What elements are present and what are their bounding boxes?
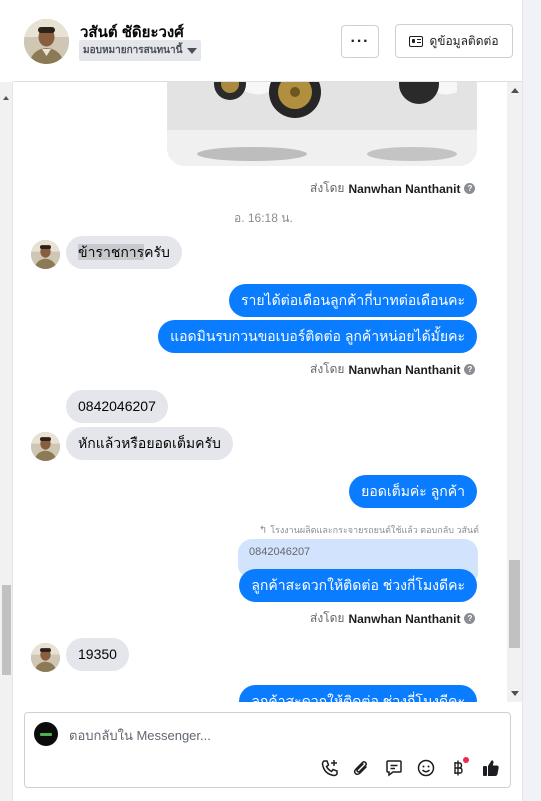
saved-replies-button[interactable]	[383, 757, 405, 779]
scroll-down-arrow-icon[interactable]	[511, 691, 519, 696]
incoming-message[interactable]: ข้าราชการครับ	[66, 236, 182, 269]
sender-name[interactable]: Nanwhan Nanthanit	[348, 182, 460, 196]
contact-avatar-small[interactable]	[31, 240, 60, 269]
person-photo-icon	[31, 643, 60, 672]
reply-context-text: โรงงานผลิตและกระจายรถยนต์ใช้แล้ว ตอบกลับ…	[270, 525, 479, 535]
view-contact-info-button[interactable]: ดูข้อมูลติดต่อ	[395, 24, 513, 58]
car-photo-attachment[interactable]	[167, 82, 477, 166]
assign-conversation-dropdown[interactable]: มอบหมายการสนทนานี้	[79, 40, 202, 61]
emoji-button[interactable]	[415, 757, 437, 779]
info-icon[interactable]: ?	[464, 183, 476, 194]
more-options-button[interactable]: ···	[341, 25, 379, 58]
messenger-conversation-page: วสันต์ ชัดิยะวงศ์ มอบหมายการสนทนานี้ ···…	[0, 0, 541, 801]
notification-dot	[463, 757, 469, 763]
message-timestamp: อ. 16:18 น.	[234, 211, 293, 225]
reply-context-label: ↰ โรงงานผลิตและกระจายรถยนต์ใช้แล้ว ตอบกล…	[259, 523, 479, 537]
right-edge	[522, 0, 541, 801]
incoming-message[interactable]: 0842046207	[66, 390, 168, 423]
contact-avatar-small[interactable]	[31, 432, 60, 461]
reply-input[interactable]	[69, 725, 489, 745]
send-like-button[interactable]	[480, 757, 502, 779]
assign-label: มอบหมายการสนทนานี้	[83, 45, 183, 56]
saved-reply-icon	[386, 760, 402, 777]
message-thread[interactable]: ส่งโดย Nanwhan Nanthanit ? อ. 16:18 น. ข…	[13, 82, 507, 702]
message-text: ครับ	[144, 244, 170, 260]
scroll-up-arrow-icon[interactable]	[3, 96, 9, 100]
like-icon	[483, 760, 499, 776]
outgoing-reply-message[interactable]: ลูกค้าสะดวกให้ติดต่อ ช่วงกี่โมงดีคะ	[239, 569, 477, 602]
contact-avatar-small[interactable]	[31, 643, 60, 672]
sent-by-label: ส่งโดย Nanwhan Nanthanit ?	[310, 360, 476, 379]
sent-by-prefix: ส่งโดย	[310, 181, 345, 195]
incoming-message[interactable]: 19350	[66, 638, 129, 671]
contact-avatar[interactable]	[24, 19, 69, 64]
phone-add-icon	[321, 760, 338, 777]
sender-name[interactable]: Nanwhan Nanthanit	[348, 363, 460, 377]
sender-name[interactable]: Nanwhan Nanthanit	[348, 612, 460, 626]
page-scroll-thumb[interactable]	[2, 585, 11, 675]
page-scrollbar[interactable]	[0, 82, 13, 801]
sent-by-label: ส่งโดย Nanwhan Nanthanit ?	[310, 609, 476, 628]
quoted-text: 0842046207	[249, 546, 311, 558]
person-photo-icon	[24, 19, 69, 64]
contact-card-icon	[409, 35, 424, 47]
phone-add-button[interactable]	[319, 757, 341, 779]
outgoing-message[interactable]: ยอดเต็มค่ะ ลูกค้า	[349, 475, 477, 508]
sent-by-prefix: ส่งโดย	[310, 611, 345, 625]
highlighted-text: ข้าราชการ	[78, 244, 145, 260]
payment-button[interactable]	[447, 757, 469, 779]
page-logo-icon	[34, 722, 58, 746]
person-photo-icon	[31, 240, 60, 269]
outgoing-message[interactable]: แอดมินรบกวนขอเบอร์ติดต่อ ลูกค้าหน่อยได้ม…	[158, 320, 477, 353]
incoming-message[interactable]: หักแล้วหรือยอดเต็มครับ	[66, 427, 233, 460]
sent-by-label: ส่งโดย Nanwhan Nanthanit ?	[310, 179, 476, 198]
reply-composer	[24, 712, 511, 788]
more-dots-icon: ···	[350, 32, 370, 50]
info-icon[interactable]: ?	[464, 364, 476, 375]
info-icon[interactable]: ?	[464, 613, 476, 624]
view-contact-info-label: ดูข้อมูลติดต่อ	[429, 33, 499, 48]
caret-down-icon	[187, 47, 198, 54]
attach-icon	[353, 761, 367, 776]
conversation-header: วสันต์ ชัดิยะวงศ์ มอบหมายการสนทนานี้ ···…	[13, 0, 522, 82]
chat-scroll-thumb[interactable]	[509, 560, 520, 648]
attach-file-button[interactable]	[350, 757, 372, 779]
chat-scrollbar[interactable]	[507, 82, 522, 702]
scroll-up-arrow-icon[interactable]	[511, 88, 519, 93]
person-photo-icon	[31, 432, 60, 461]
emoji-icon	[417, 759, 435, 777]
reply-arrow-icon: ↰	[258, 524, 268, 536]
sent-by-prefix: ส่งโดย	[310, 362, 345, 376]
outgoing-message-partial[interactable]: ลูกค้าสะดวกให้ติดต่อ ช่วงกี่โมงดีคะ	[239, 685, 477, 702]
car-image	[167, 82, 477, 166]
outgoing-message[interactable]: รายได้ต่อเดือนลูกค้ากี่บาทต่อเดือนคะ	[228, 284, 477, 317]
